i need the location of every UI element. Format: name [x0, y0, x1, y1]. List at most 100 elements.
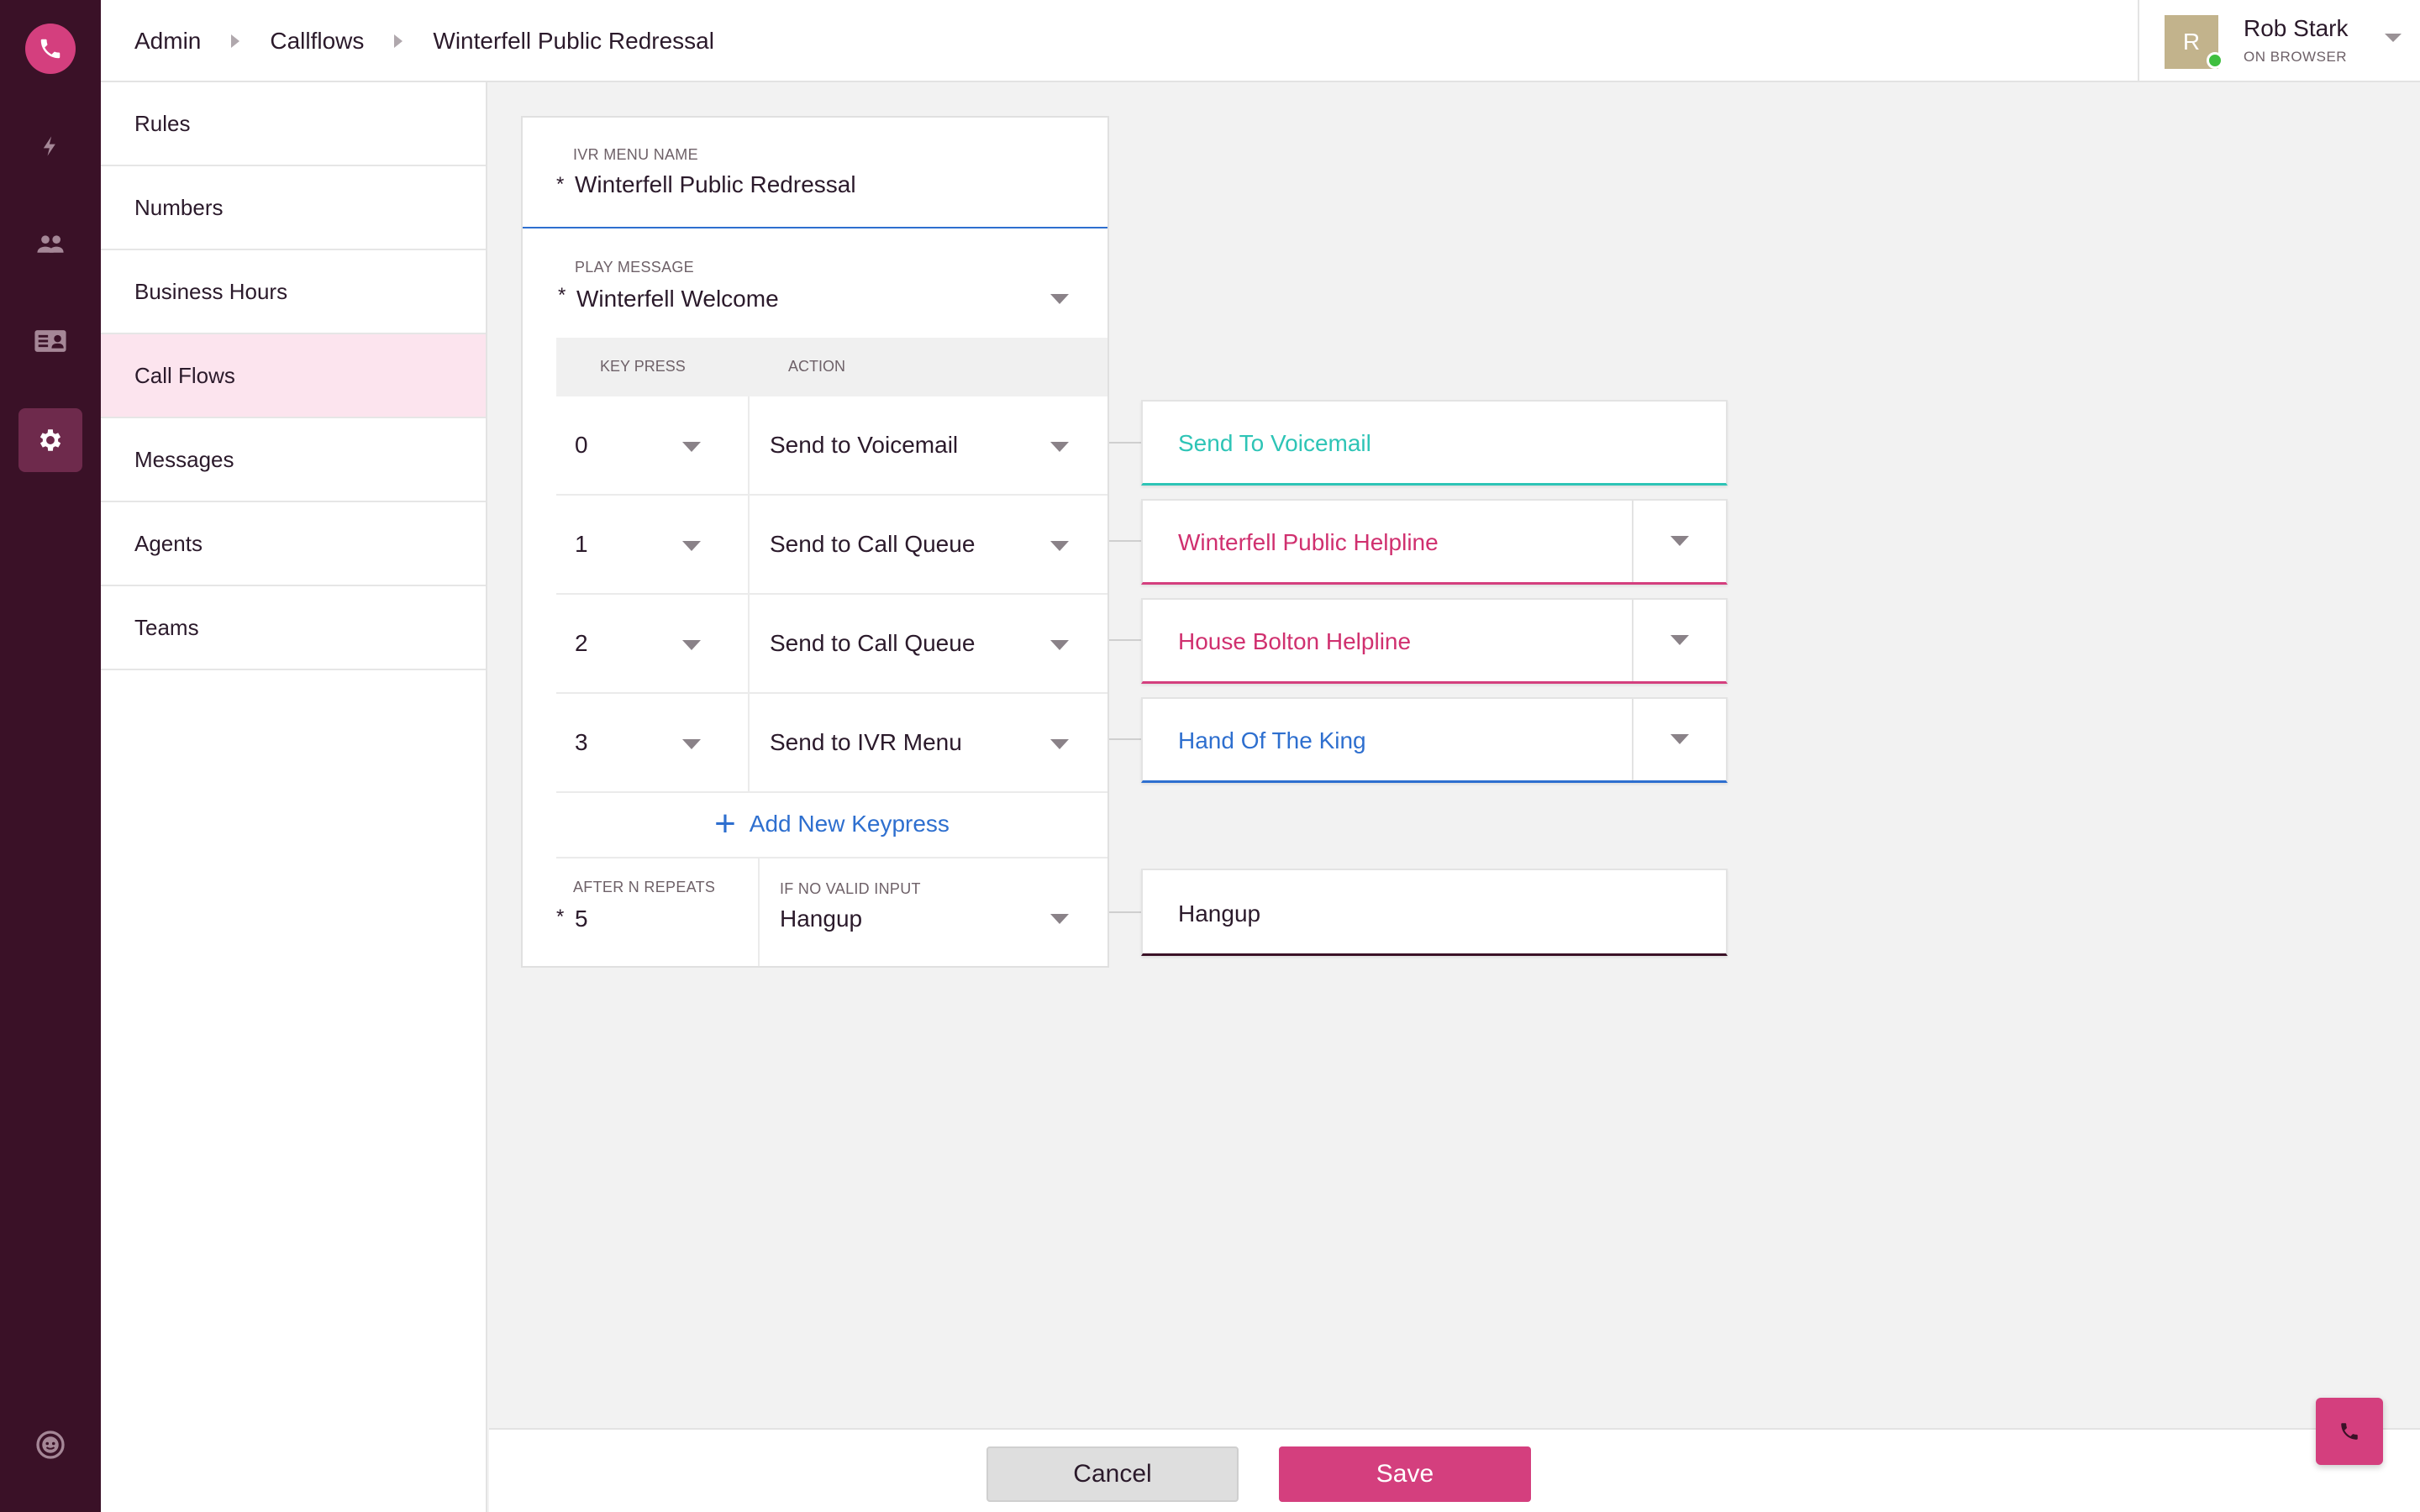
chevron-down-icon[interactable]: [682, 442, 701, 452]
required-mark: *: [558, 284, 566, 307]
target-label: House Bolton Helpline: [1178, 628, 1412, 654]
key-value: 2: [575, 630, 588, 656]
keypress-row: 1 Send to Call Queue: [556, 496, 1107, 595]
target-label: Winterfell Public Helpline: [1178, 529, 1439, 555]
user-menu[interactable]: R Rob Stark ON BROWSER: [2138, 0, 2420, 82]
connector-line: [1109, 639, 1143, 641]
chevron-down-icon[interactable]: [682, 640, 701, 650]
repeats-label: AFTER N REPEATS: [573, 879, 716, 895]
no-input-select[interactable]: Hangup: [780, 906, 862, 932]
target-label: Send To Voicemail: [1178, 430, 1371, 456]
key-select[interactable]: 3: [556, 694, 750, 791]
add-keypress-button[interactable]: + Add New Keypress: [556, 791, 1107, 858]
action-value: Send to Call Queue: [770, 531, 976, 557]
divider: [1632, 699, 1634, 780]
chevron-down-icon[interactable]: [1050, 442, 1069, 452]
target-call-queue[interactable]: House Bolton Helpline: [1141, 598, 1728, 684]
key-value: 3: [575, 729, 588, 755]
chevron-down-icon[interactable]: [682, 739, 701, 749]
phone-logo-icon[interactable]: [25, 24, 76, 74]
chevron-down-icon[interactable]: [1050, 914, 1069, 924]
connector-line: [1109, 911, 1143, 913]
key-value: 0: [575, 432, 588, 458]
col-action: ACTION: [788, 358, 846, 375]
chevron-down-icon[interactable]: [1050, 640, 1069, 650]
sidebar-item-teams[interactable]: Teams: [101, 586, 486, 670]
people-icon[interactable]: [18, 212, 82, 276]
sidebar-item-business-hours[interactable]: Business Hours: [101, 250, 486, 334]
target-hangup[interactable]: Hangup: [1141, 869, 1728, 956]
play-message-select[interactable]: Winterfell Welcome: [576, 286, 779, 312]
no-input-settings: AFTER N REPEATS * 5 IF NO VALID INPUT Ha…: [523, 858, 1107, 966]
no-input-label: IF NO VALID INPUT: [780, 880, 921, 897]
key-select[interactable]: 1: [556, 496, 750, 593]
connector-line: [1109, 540, 1143, 542]
connector-line: [1109, 442, 1143, 444]
breadcrumb-separator-icon: [231, 34, 240, 48]
ivr-menu-card: IVR MENU NAME * Winterfell Public Redres…: [521, 116, 1109, 968]
save-button[interactable]: Save: [1279, 1446, 1531, 1502]
target-call-queue[interactable]: Winterfell Public Helpline: [1141, 499, 1728, 585]
ivr-name-label: IVR MENU NAME: [573, 146, 698, 163]
keypress-row: 3 Send to IVR Menu: [556, 694, 1107, 793]
breadcrumb-current: Winterfell Public Redressal: [433, 28, 714, 54]
user-status: ON BROWSER: [2244, 49, 2348, 65]
keypress-table-header: KEY PRESS ACTION: [556, 338, 1107, 396]
sidebar-item-call-flows[interactable]: Call Flows: [101, 334, 486, 418]
key-select[interactable]: 0: [556, 396, 750, 494]
keypress-row: 2 Send to Call Queue: [556, 595, 1107, 694]
target-ivr-menu[interactable]: Hand Of The King: [1141, 697, 1728, 783]
chevron-down-icon[interactable]: [1670, 734, 1689, 744]
breadcrumb-admin[interactable]: Admin: [134, 28, 201, 55]
action-value: Send to IVR Menu: [770, 729, 962, 755]
app-rail: [0, 0, 101, 1512]
play-message-field[interactable]: PLAY MESSAGE Winterfell Welcome: [523, 228, 1107, 338]
plus-icon: +: [714, 803, 736, 844]
cancel-button[interactable]: Cancel: [986, 1446, 1239, 1502]
add-keypress-label: Add New Keypress: [749, 811, 950, 837]
chevron-down-icon[interactable]: [1050, 294, 1069, 304]
breadcrumb-separator-icon: [394, 34, 403, 48]
admin-sidebar: Rules Numbers Business Hours Call Flows …: [101, 82, 487, 1512]
action-value: Send to Call Queue: [770, 630, 976, 656]
contact-card-icon[interactable]: [18, 309, 82, 373]
divider: [1632, 600, 1634, 681]
required-mark: *: [556, 906, 565, 928]
required-mark: *: [556, 173, 565, 196]
chevron-down-icon[interactable]: [1670, 536, 1689, 546]
presence-online-icon: [2207, 52, 2223, 69]
dialer-phone-icon[interactable]: [2316, 1398, 2383, 1465]
sidebar-item-numbers[interactable]: Numbers: [101, 166, 486, 250]
play-message-label: PLAY MESSAGE: [575, 259, 694, 276]
col-key-press: KEY PRESS: [600, 358, 686, 375]
ivr-name-input[interactable]: Winterfell Public Redressal: [575, 171, 856, 198]
key-select[interactable]: 2: [556, 595, 750, 692]
chevron-down-icon[interactable]: [1670, 635, 1689, 645]
target-voicemail[interactable]: Send To Voicemail: [1141, 400, 1728, 486]
action-bar: Cancel Save: [489, 1428, 2420, 1512]
divider: [1632, 501, 1634, 582]
bolt-icon[interactable]: [18, 114, 82, 178]
chevron-down-icon[interactable]: [1050, 739, 1069, 749]
repeats-field[interactable]: AFTER N REPEATS * 5: [523, 858, 760, 966]
chevron-down-icon[interactable]: [682, 541, 701, 551]
breadcrumb: Admin Callflows Winterfell Public Redres…: [134, 0, 714, 82]
ivr-name-field[interactable]: IVR MENU NAME * Winterfell Public Redres…: [523, 118, 1107, 228]
breadcrumb-callflows[interactable]: Callflows: [270, 28, 364, 55]
chevron-down-icon[interactable]: [1050, 541, 1069, 551]
sidebar-item-rules[interactable]: Rules: [101, 82, 486, 166]
gear-icon[interactable]: [18, 408, 82, 472]
chevron-down-icon[interactable]: [2385, 34, 2402, 42]
sidebar-item-messages[interactable]: Messages: [101, 418, 486, 502]
connector-line: [1109, 738, 1143, 740]
keypress-row: 0 Send to Voicemail: [556, 396, 1107, 496]
top-header: Admin Callflows Winterfell Public Redres…: [101, 0, 2420, 82]
key-value: 1: [575, 531, 588, 557]
support-face-icon[interactable]: [18, 1413, 82, 1477]
target-label: Hand Of The King: [1178, 727, 1366, 753]
repeats-input[interactable]: 5: [575, 906, 588, 932]
user-name: Rob Stark: [2244, 15, 2349, 41]
target-label: Hangup: [1178, 900, 1261, 927]
action-value: Send to Voicemail: [770, 432, 959, 458]
sidebar-item-agents[interactable]: Agents: [101, 502, 486, 586]
